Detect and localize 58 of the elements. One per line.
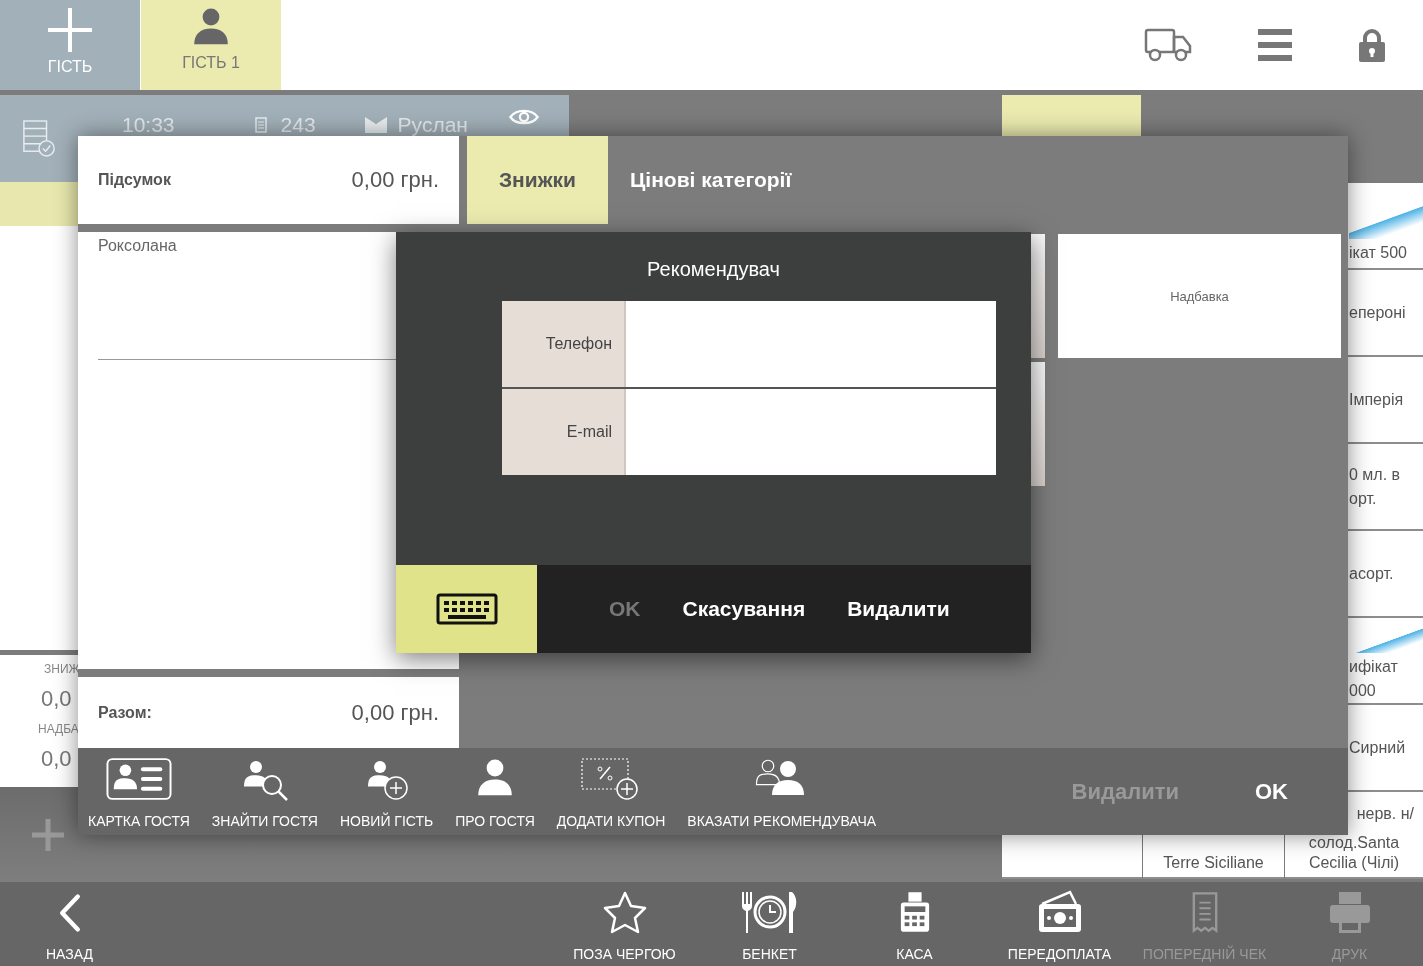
input-field[interactable] xyxy=(626,389,996,475)
document-icon xyxy=(254,117,267,133)
product-name: орт. xyxy=(1349,488,1378,509)
waiter-name: Руслан xyxy=(397,113,468,137)
guest-action-button[interactable]: ДОДАТИ КУПОН xyxy=(554,748,668,835)
guest-action-button[interactable]: ЗНАЙТИ ГОСТЯ xyxy=(209,748,320,835)
product-name: Імперія xyxy=(1349,389,1405,410)
product-name: солод.Santa xyxy=(1307,833,1401,853)
keyboard-button[interactable] xyxy=(396,565,537,653)
lock-icon[interactable] xyxy=(1358,28,1386,62)
keyboard-icon xyxy=(435,593,498,625)
product-name: ікат 500 xyxy=(1349,243,1408,263)
star-icon[interactable] xyxy=(601,890,648,934)
dialog-tab[interactable]: Цінові категорії xyxy=(608,136,814,224)
total-label: Разом: xyxy=(98,703,152,722)
check-number: 243 xyxy=(280,113,316,137)
product-name: епероні xyxy=(1349,302,1407,323)
field-label: Телефон xyxy=(502,301,626,387)
discount-label: ЗНИЖ xyxy=(44,661,80,677)
order-time: 10:33 xyxy=(122,113,175,137)
dialog-button[interactable]: Скасування xyxy=(678,589,810,629)
product-name: асорт. xyxy=(1349,563,1395,584)
bottom-nav-button[interactable]: НАЗАД xyxy=(46,882,94,966)
total-value: 0,00 грн. xyxy=(351,699,439,726)
product-name: Cecilia (Чілі) xyxy=(1307,853,1401,873)
markup-tile[interactable]: Надбавка xyxy=(1058,234,1341,358)
bottom-nav-button[interactable]: ПОЗА ЧЕРГОЮ xyxy=(552,882,697,966)
guest-card-icon xyxy=(105,757,172,801)
input-field[interactable] xyxy=(626,301,996,387)
product-name: 000 xyxy=(1349,681,1377,701)
product-name: Terre Siciliane xyxy=(1162,853,1265,873)
dialog-title: Рекомендувач xyxy=(647,258,780,281)
product-name: ифікат xyxy=(1349,657,1399,677)
product-name: нерв. н/ xyxy=(1355,804,1414,824)
product-name: 0 мл. в xyxy=(1349,464,1402,485)
cash-register-icon[interactable] xyxy=(898,890,931,934)
guest-action-button[interactable]: КАРТКА ГОСТЯ xyxy=(86,748,192,835)
guest-tab[interactable]: ГІСТЬ 1 xyxy=(141,0,281,90)
guest-action-button[interactable]: ВКАЗАТИ РЕКОМЕНДУВАЧА xyxy=(685,748,879,835)
discount-value: 0,0 xyxy=(41,685,72,713)
bottom-nav-button[interactable]: КАСА xyxy=(842,882,987,966)
subtotal-label: Підсумок xyxy=(98,171,171,189)
bottom-nav-button[interactable]: БЕНКЕТ xyxy=(697,882,842,966)
field-label: E-mail xyxy=(502,389,626,475)
dialog-button[interactable]: Видалити xyxy=(843,589,954,629)
markup-label: НАДБА xyxy=(38,721,79,737)
eye-icon[interactable] xyxy=(508,107,540,127)
menu-icon[interactable] xyxy=(1258,29,1292,61)
checklist-icon[interactable] xyxy=(22,118,56,158)
dialog-tab[interactable]: Знижки xyxy=(467,136,608,224)
plus-icon xyxy=(46,6,94,54)
guest-action-button[interactable]: ПРО ГОСТЯ xyxy=(453,748,537,835)
subtotal-value: 0,00 грн. xyxy=(351,167,439,193)
markup-value: 0,0 xyxy=(41,745,72,773)
truck-icon[interactable] xyxy=(1144,28,1192,62)
product-name: Сирний xyxy=(1349,737,1407,758)
bottom-nav-button[interactable]: ПЕРЕДОПЛАТА xyxy=(987,882,1132,966)
guest-action-button[interactable]: НОВИЙ ГІСТЬ xyxy=(338,748,436,835)
